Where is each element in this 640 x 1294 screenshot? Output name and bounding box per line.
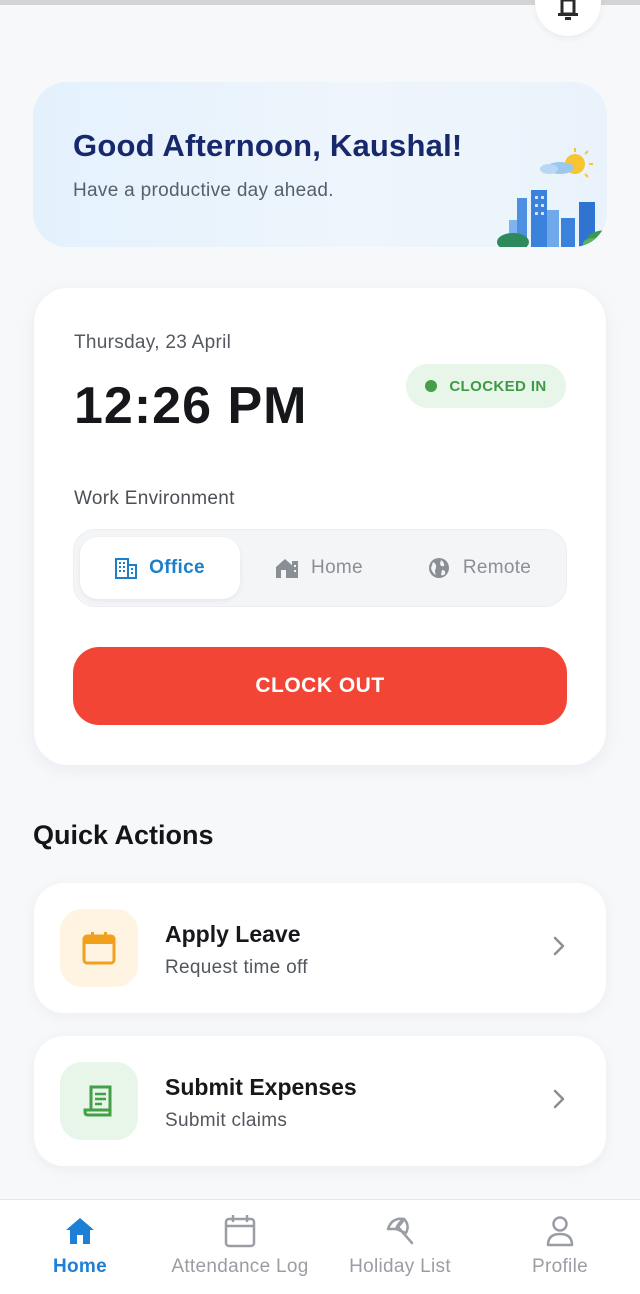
person-icon [546,1216,574,1247]
greeting-title: Good Afternoon, Kaushal! [73,128,463,163]
nav-label: Home [53,1256,107,1277]
bottom-navigation: Home Attendance Log Holiday List Profile [0,1199,640,1294]
apply-leave-card[interactable]: Apply Leave Request time off [34,883,606,1013]
work-environment-label: Work Environment [74,488,235,509]
env-option-label: Remote [462,557,532,578]
house-icon [276,559,299,578]
nav-item-home[interactable]: Home [0,1200,160,1294]
action-subtitle: Submit claims [165,1110,288,1131]
env-option-label: Office [149,557,205,578]
clock-card: Thursday, 23 April 12:26 PM CLOCKED IN W… [34,288,606,765]
env-option-remote[interactable]: Remote [398,537,560,599]
status-dot-icon [425,380,438,392]
greeting-subtitle: Have a productive day ahead. [73,180,334,201]
city-illustration [497,148,607,247]
status-label: CLOCKED IN [449,377,547,395]
calendar-icon [224,1215,256,1248]
work-environment-toggle: Office Home Remote [73,529,567,607]
status-badge: CLOCKED IN [406,364,566,408]
env-option-office[interactable]: Office [80,537,240,599]
action-title: Apply Leave [165,921,301,947]
current-time: 12:26 PM [74,377,308,435]
clock-out-button[interactable]: CLOCK OUT [73,647,567,725]
chevron-right-icon [553,1089,565,1109]
submit-expenses-icon-tile [60,1062,138,1140]
nav-label: Attendance Log [171,1256,309,1277]
greeting-banner: Good Afternoon, Kaushal! Have a producti… [33,82,607,247]
nav-label: Profile [532,1256,588,1277]
quick-actions-title: Quick Actions [33,820,214,850]
notifications-button[interactable] [535,0,601,36]
bell-icon [558,0,578,20]
beach-umbrella-icon [386,1217,414,1245]
action-subtitle: Request time off [165,957,308,978]
calendar-icon [82,932,116,965]
nav-item-attendance-log[interactable]: Attendance Log [160,1200,320,1294]
apply-leave-icon-tile [60,909,138,987]
action-title: Submit Expenses [165,1074,357,1100]
chevron-right-icon [553,936,565,956]
current-date: Thursday, 23 April [74,332,232,353]
nav-label: Holiday List [349,1256,451,1277]
nav-item-holiday-list[interactable]: Holiday List [320,1200,480,1294]
env-option-home[interactable]: Home [240,537,398,599]
globe-icon [428,558,449,578]
env-option-label: Home [311,557,363,578]
building-icon [115,558,138,579]
submit-expenses-card[interactable]: Submit Expenses Submit claims [34,1036,606,1166]
nav-item-profile[interactable]: Profile [480,1200,640,1294]
home-icon [66,1218,94,1244]
receipt-icon [83,1085,112,1117]
